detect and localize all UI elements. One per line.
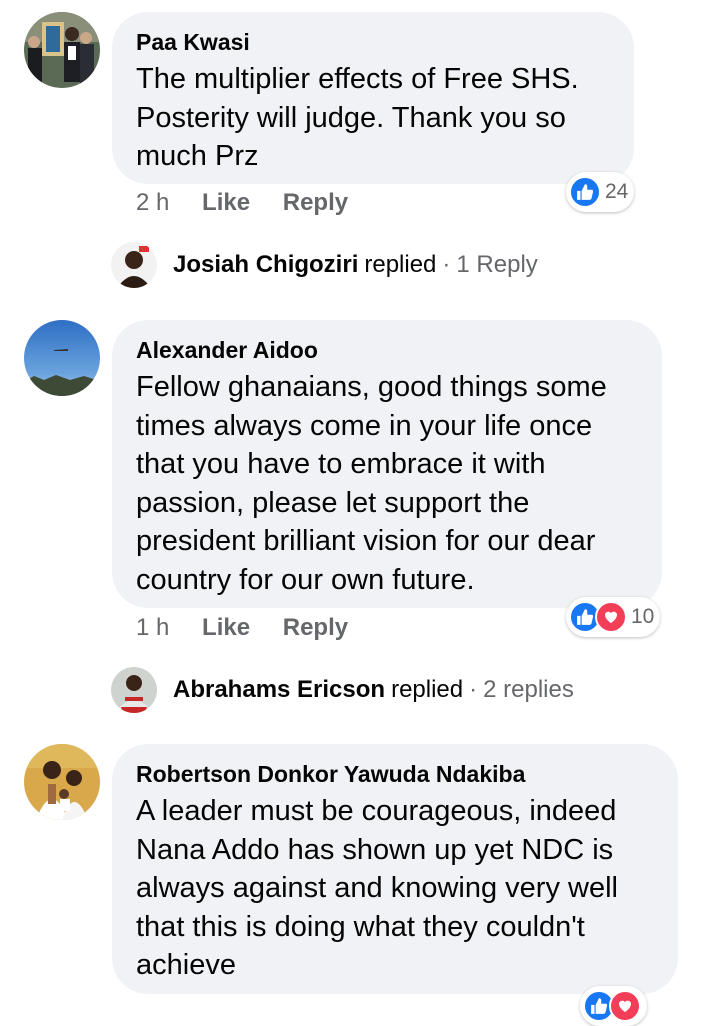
reply-author: Abrahams Ericson <box>173 676 386 703</box>
separator-dot: · <box>469 676 478 703</box>
like-button[interactable]: Like <box>202 189 250 216</box>
avatar-photo <box>24 744 100 820</box>
reply-count: 1 Reply <box>456 251 538 278</box>
comment-text: The multiplier effects of Free SHS. Post… <box>136 63 579 172</box>
replied-label: replied <box>364 251 437 278</box>
reaction-count: 24 <box>605 180 629 203</box>
avatar[interactable] <box>24 12 100 88</box>
avatar <box>111 667 157 713</box>
comment-author[interactable]: Alexander Aidoo <box>136 336 638 364</box>
love-reaction-icon <box>595 601 627 633</box>
reply-author: Josiah Chigoziri <box>173 251 359 278</box>
reply-count: 2 replies <box>483 676 574 703</box>
reply-button[interactable]: Reply <box>283 614 348 641</box>
like-reaction-icon <box>569 176 601 208</box>
reactions-summary[interactable]: 10 <box>566 597 661 637</box>
avatar <box>111 242 157 288</box>
view-replies-link[interactable]: Josiah Chigoziri replied · 1 Reply <box>111 242 538 288</box>
comment-time[interactable]: 1 h <box>136 614 169 641</box>
comment-bubble: Alexander Aidoo Fellow ghanaians, good t… <box>112 320 662 608</box>
love-reaction-icon <box>609 990 641 1022</box>
replied-label: replied <box>391 676 464 703</box>
comment-author[interactable]: Robertson Donkor Yawuda Ndakiba <box>136 760 654 788</box>
reactions-summary[interactable] <box>580 986 647 1026</box>
comment-author[interactable]: Paa Kwasi <box>136 28 610 56</box>
view-replies-link[interactable]: Abrahams Ericson replied · 2 replies <box>111 667 574 713</box>
separator-dot: · <box>442 251 451 278</box>
reaction-count: 10 <box>631 605 655 628</box>
reactions-summary[interactable]: 24 <box>566 172 635 212</box>
comment-time[interactable]: 2 h <box>136 189 169 216</box>
comment-bubble: Robertson Donkor Yawuda Ndakiba A leader… <box>112 744 678 994</box>
avatar[interactable] <box>24 744 100 820</box>
comment-actions: 2 h Like Reply <box>136 188 374 218</box>
comment-text: A leader must be courageous, indeed Nana… <box>136 795 618 981</box>
avatar[interactable] <box>24 320 100 396</box>
reply-button[interactable]: Reply <box>283 189 348 216</box>
like-button[interactable]: Like <box>202 614 250 641</box>
avatar-photo <box>24 320 100 396</box>
avatar-photo <box>24 12 100 88</box>
comment-actions: 1 h Like Reply <box>136 613 374 643</box>
comment-text: Fellow ghanaians, good things some times… <box>136 371 607 596</box>
comment-bubble: Paa Kwasi The multiplier effects of Free… <box>112 12 634 184</box>
